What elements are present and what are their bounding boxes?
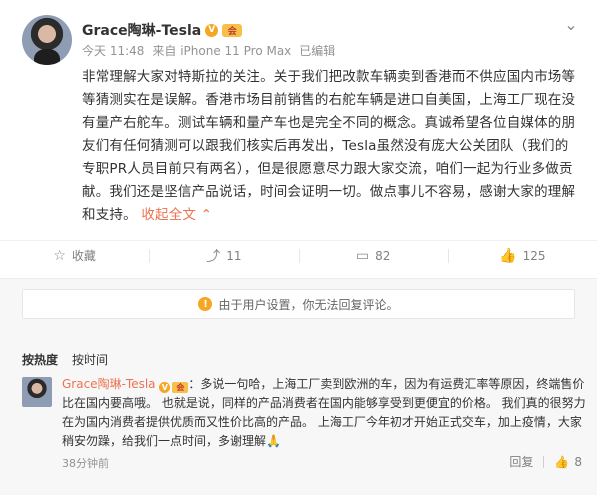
comment-like-button[interactable]: 👍 8 — [554, 455, 582, 469]
post-meta: 今天 11:48 来自 iPhone 11 Pro Max 已编辑 — [82, 42, 335, 59]
post-content: 非常理解大家对特斯拉的关注。关于我们把改款车辆卖到香港而不供应国内市场等等猜测实… — [82, 66, 582, 227]
comment-sort-tabs: 按热度 按时间 — [22, 351, 108, 368]
warning-icon: ! — [198, 297, 213, 311]
like-count: 125 — [522, 248, 546, 263]
post-text: 非常理解大家对特斯拉的关注。关于我们把改款车辆卖到香港而不供应国内市场等等猜测实… — [82, 69, 576, 223]
comments-area: ! 由于用户设置，你无法回复评论。 按热度 按时间 Grace陶琳-Tesla … — [0, 278, 597, 495]
edited-label[interactable]: 已编辑 — [299, 42, 335, 59]
favorite-label: 收藏 — [71, 249, 96, 263]
sort-by-time[interactable]: 按时间 — [72, 351, 108, 368]
comment-time: 38分钟前 — [62, 457, 109, 470]
vip-badge-icon: 会 — [222, 23, 243, 37]
comment-like-count: 8 — [574, 454, 582, 469]
verified-badge-icon: V — [159, 382, 171, 393]
collapse-icon: ⌃ — [200, 207, 213, 223]
sort-divider — [87, 352, 88, 364]
verified-badge-icon: V — [205, 23, 219, 37]
comment-action-divider — [543, 455, 545, 468]
sort-by-hot[interactable]: 按热度 — [22, 351, 58, 368]
repost-button[interactable]: ⤴ 11 — [149, 241, 298, 270]
comment-disabled-notice: ! 由于用户设置，你无法回复评论。 — [22, 289, 575, 319]
vip-badge-icon: 会 — [172, 382, 189, 393]
repost-icon: ⤴ — [206, 248, 221, 265]
author-row: Grace陶琳-Tesla V 会 — [82, 20, 243, 40]
thumbs-up-icon: 👍 — [554, 454, 570, 469]
notice-text: 由于用户设置，你无法回复评论。 — [218, 297, 399, 312]
comment-count: 82 — [375, 248, 391, 263]
comment-author[interactable]: Grace陶琳-Tesla — [62, 377, 156, 391]
comment-icon: ▭ — [355, 247, 370, 264]
post-source: 来自 iPhone 11 Pro Max — [152, 44, 292, 58]
comment-body: Grace陶琳-Tesla V 会 ：多说一句哈，上海工厂卖到欧洲的车，因为有运… — [62, 375, 587, 451]
collapse-link[interactable]: 收起全文 ⌃ — [141, 207, 212, 223]
repost-count: 11 — [226, 248, 242, 263]
chevron-down-icon[interactable]: ⌄ — [563, 17, 579, 34]
comment-actions: 回复 👍 8 — [509, 453, 582, 470]
comment-avatar[interactable] — [22, 377, 52, 407]
action-bar: ☆ 收藏 ⤴ 11 ▭ 82 👍 125 — [0, 240, 597, 270]
favorite-button[interactable]: ☆ 收藏 — [0, 241, 149, 270]
comment-button[interactable]: ▭ 82 — [298, 241, 448, 270]
reply-button[interactable]: 回复 — [509, 453, 533, 470]
thumbs-up-icon: 👍 — [499, 247, 517, 264]
author-avatar[interactable] — [22, 15, 72, 65]
post-time[interactable]: 今天 11:48 — [82, 42, 144, 59]
pray-emoji-icon: 🙏 — [266, 434, 281, 448]
comment-badges: V 会 — [159, 382, 189, 393]
like-button[interactable]: 👍 125 — [447, 241, 597, 270]
author-name[interactable]: Grace陶琳-Tesla — [82, 20, 201, 40]
star-icon: ☆ — [53, 247, 66, 264]
